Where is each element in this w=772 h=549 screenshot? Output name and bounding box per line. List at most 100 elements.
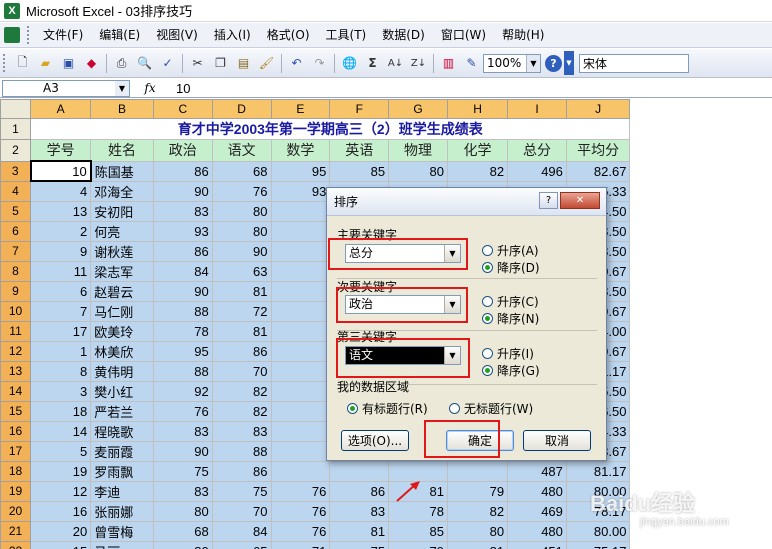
no-header-radio[interactable]: 无标题行(W) xyxy=(449,400,533,417)
table-cell[interactable] xyxy=(270,280,331,302)
table-cell[interactable]: 82 xyxy=(446,500,509,522)
table-cell[interactable]: 83 xyxy=(152,200,213,222)
table-cell[interactable]: 83 xyxy=(152,480,213,502)
table-cell[interactable]: 80 xyxy=(211,220,272,242)
row-header[interactable]: 14 xyxy=(0,380,32,402)
header-cell[interactable]: 政治 xyxy=(152,139,213,162)
table-cell[interactable]: 88 xyxy=(152,300,213,322)
column-header[interactable]: H xyxy=(446,99,509,119)
row-header[interactable]: 4 xyxy=(0,180,32,202)
close-icon[interactable]: ✕ xyxy=(560,192,600,209)
table-cell[interactable]: 4 xyxy=(30,180,92,202)
key2-descending-radio[interactable]: 降序(N) xyxy=(482,310,539,327)
table-cell[interactable]: 林美欣 xyxy=(90,340,154,362)
row-header[interactable]: 13 xyxy=(0,360,32,382)
table-cell[interactable]: 83 xyxy=(152,420,213,442)
table-cell[interactable]: 76 xyxy=(152,400,213,422)
open-icon[interactable]: ▰ xyxy=(35,53,56,74)
toolbar-options-icon[interactable]: ▼ xyxy=(564,51,574,75)
row-header[interactable]: 17 xyxy=(0,440,32,462)
row-header[interactable]: 19 xyxy=(0,480,32,502)
save-icon[interactable]: ▣ xyxy=(58,53,79,74)
table-cell[interactable]: 79 xyxy=(446,480,509,502)
table-cell[interactable]: 75 xyxy=(329,540,390,549)
cancel-button[interactable]: 取消 xyxy=(523,430,591,451)
table-cell[interactable]: 80 xyxy=(211,200,272,222)
row-header[interactable]: 7 xyxy=(0,240,32,262)
table-cell[interactable]: 93 xyxy=(152,220,213,242)
table-cell[interactable]: 84 xyxy=(152,260,213,282)
paste-icon[interactable]: ▤ xyxy=(233,53,254,74)
table-cell[interactable] xyxy=(270,420,331,442)
table-cell[interactable]: 马丽 xyxy=(90,540,154,549)
table-cell[interactable]: 480 xyxy=(507,480,567,502)
menu-view[interactable]: 视图(V) xyxy=(148,24,206,46)
table-cell[interactable] xyxy=(446,460,509,482)
table-cell[interactable]: 480 xyxy=(507,520,567,542)
column-header[interactable]: B xyxy=(90,99,154,119)
table-cell[interactable]: 13 xyxy=(30,200,92,222)
sheet-title[interactable]: 育才中学2003年第一学期高三（2）班学生成绩表 xyxy=(30,118,631,140)
chevron-down-icon[interactable]: ▼ xyxy=(526,54,540,72)
column-header[interactable]: F xyxy=(329,99,390,119)
key2-ascending-radio[interactable]: 升序(C) xyxy=(482,293,539,310)
header-cell[interactable]: 数学 xyxy=(270,139,331,162)
table-cell[interactable]: 82.67 xyxy=(565,160,631,182)
table-cell[interactable]: 何亮 xyxy=(90,220,154,242)
table-cell[interactable]: 75 xyxy=(211,480,272,502)
table-cell[interactable]: 76 xyxy=(270,520,331,542)
row-header[interactable]: 3 xyxy=(0,160,32,182)
dialog-title-bar[interactable]: 排序 ? ✕ xyxy=(327,188,606,216)
table-cell[interactable] xyxy=(270,440,331,462)
table-cell[interactable]: 496 xyxy=(507,160,567,182)
table-cell[interactable]: 程晓歌 xyxy=(90,420,154,442)
table-cell[interactable]: 81 xyxy=(446,540,509,549)
undo-icon[interactable]: ↶ xyxy=(286,53,307,74)
table-cell[interactable]: 80 xyxy=(152,500,213,522)
table-cell[interactable]: 88 xyxy=(211,440,272,462)
table-cell[interactable]: 63 xyxy=(211,260,272,282)
key3-descending-radio[interactable]: 降序(G) xyxy=(482,362,540,379)
table-cell[interactable]: 469 xyxy=(507,500,567,522)
copy-icon[interactable]: ❐ xyxy=(210,53,231,74)
header-cell[interactable]: 语文 xyxy=(211,139,272,162)
print-icon[interactable]: ⎙ xyxy=(111,53,132,74)
table-cell[interactable]: 谢秋莲 xyxy=(90,240,154,262)
sort-descending-icon[interactable]: Z↓ xyxy=(408,53,429,74)
cut-icon[interactable]: ✂ xyxy=(187,53,208,74)
sort-ascending-icon[interactable]: A↓ xyxy=(385,53,406,74)
row-header[interactable]: 20 xyxy=(0,500,32,522)
table-cell[interactable]: 72 xyxy=(211,300,272,322)
table-cell[interactable]: 严若兰 xyxy=(90,400,154,422)
table-cell[interactable]: 罗雨飘 xyxy=(90,460,154,482)
table-cell[interactable]: 82 xyxy=(446,160,509,182)
table-cell[interactable]: 麦丽霞 xyxy=(90,440,154,462)
table-cell[interactable]: 93 xyxy=(270,180,331,202)
help-icon[interactable]: ? xyxy=(545,54,562,72)
table-cell[interactable]: 86 xyxy=(152,160,213,182)
table-cell[interactable]: 90 xyxy=(152,440,213,462)
table-cell[interactable]: 14 xyxy=(30,420,92,442)
chevron-down-icon[interactable]: ▼ xyxy=(115,80,129,96)
table-cell[interactable]: 10 xyxy=(29,160,92,182)
column-header[interactable]: J xyxy=(565,99,631,119)
table-cell[interactable]: 17 xyxy=(30,320,92,342)
table-cell[interactable]: 12 xyxy=(30,480,92,502)
table-cell[interactable]: 安初阳 xyxy=(90,200,154,222)
table-cell[interactable] xyxy=(270,400,331,422)
menu-file[interactable]: 文件(F) xyxy=(35,24,91,46)
table-cell[interactable]: 81 xyxy=(211,320,272,342)
table-cell[interactable]: 86 xyxy=(329,480,390,502)
column-header[interactable]: I xyxy=(507,99,567,119)
table-cell[interactable]: 80.00 xyxy=(565,520,631,542)
header-cell[interactable]: 化学 xyxy=(446,139,509,162)
table-cell[interactable]: 95 xyxy=(270,160,331,182)
header-cell[interactable]: 物理 xyxy=(388,139,448,162)
insert-function-icon[interactable]: fx xyxy=(130,81,170,95)
row-header[interactable]: 18 xyxy=(0,460,32,482)
table-cell[interactable]: 19 xyxy=(30,460,92,482)
table-cell[interactable] xyxy=(270,300,331,322)
options-button[interactable]: 选项(O)... xyxy=(341,430,409,451)
table-cell[interactable]: 68 xyxy=(152,520,213,542)
table-cell[interactable]: 92 xyxy=(152,380,213,402)
